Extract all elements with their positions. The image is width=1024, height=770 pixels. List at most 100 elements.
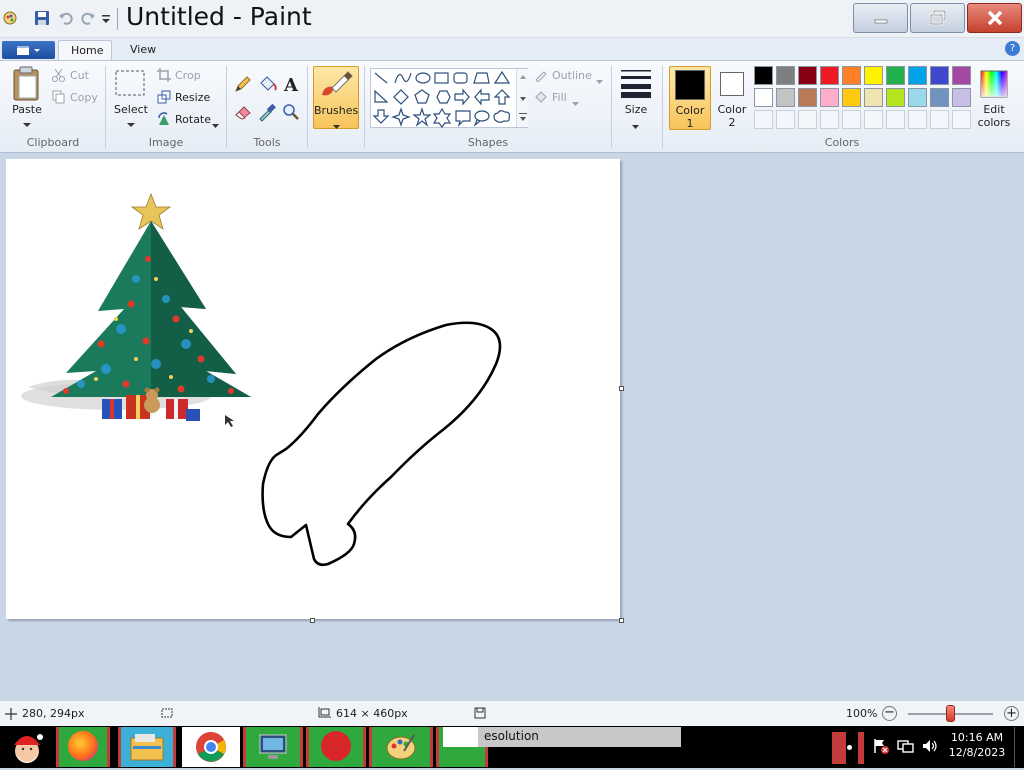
- color-picker-tool[interactable]: [257, 102, 277, 122]
- down-arrow-shape-icon[interactable]: [372, 109, 390, 124]
- palette-custom-slot[interactable]: [886, 110, 905, 129]
- diamond-shape-icon[interactable]: [393, 89, 409, 105]
- hexagon-shape-icon[interactable]: [436, 90, 451, 104]
- paint-app-icon[interactable]: [2, 10, 18, 26]
- four-point-star-shape-icon[interactable]: [391, 107, 411, 127]
- cloud-callout-shape-icon[interactable]: [493, 110, 511, 123]
- save-icon[interactable]: [34, 10, 50, 26]
- taskbar-chrome[interactable]: [182, 727, 240, 767]
- zoom-slider-thumb[interactable]: [945, 705, 955, 722]
- palette-color-swatch[interactable]: [798, 88, 817, 107]
- palette-custom-slot[interactable]: [908, 110, 927, 129]
- six-point-star-shape-icon[interactable]: [432, 107, 452, 128]
- select-button[interactable]: Select: [113, 68, 149, 128]
- action-center-flag-icon[interactable]: [872, 738, 890, 757]
- copy-button[interactable]: Copy: [52, 90, 102, 106]
- five-point-star-shape-icon[interactable]: [412, 107, 432, 127]
- right-triangle-shape-icon[interactable]: [374, 89, 389, 103]
- show-desktop-button[interactable]: [1014, 727, 1024, 767]
- clock-time[interactable]: 10:16 AM: [944, 731, 1010, 744]
- right-arrow-shape-icon[interactable]: [454, 88, 470, 106]
- canvas-resize-handle-corner[interactable]: [619, 618, 624, 623]
- curve-shape-icon[interactable]: [394, 72, 412, 84]
- rounded-rectangle-shape-icon[interactable]: [453, 72, 468, 84]
- fill-tool[interactable]: [257, 74, 279, 94]
- palette-custom-slot[interactable]: [798, 110, 817, 129]
- line-shape-icon[interactable]: [374, 72, 388, 84]
- taskbar-firefox[interactable]: [56, 727, 110, 767]
- taskbar-paint[interactable]: [369, 727, 433, 767]
- resize-button[interactable]: Resize: [157, 90, 212, 106]
- palette-color-swatch[interactable]: [754, 66, 773, 85]
- shapes-scrollbar[interactable]: [516, 69, 528, 127]
- oval-callout-shape-icon[interactable]: [473, 110, 490, 127]
- pencil-tool[interactable]: [233, 74, 253, 94]
- tab-home[interactable]: Home: [58, 40, 112, 61]
- palette-custom-slot[interactable]: [820, 110, 839, 129]
- edit-colors-button[interactable]: Edit colors: [975, 66, 1013, 130]
- rounded-callout-shape-icon[interactable]: [455, 110, 471, 127]
- palette-custom-slot[interactable]: [754, 110, 773, 129]
- outline-button[interactable]: Outline: [534, 68, 606, 84]
- palette-color-swatch[interactable]: [908, 66, 927, 85]
- palette-color-swatch[interactable]: [754, 88, 773, 107]
- undo-icon[interactable]: [58, 10, 74, 26]
- taskbar-search-box[interactable]: esolution: [478, 727, 681, 747]
- oval-shape-icon[interactable]: [415, 72, 431, 84]
- palette-custom-slot[interactable]: [930, 110, 949, 129]
- palette-custom-slot[interactable]: [952, 110, 971, 129]
- crop-button[interactable]: Crop: [157, 68, 207, 84]
- palette-color-swatch[interactable]: [952, 88, 971, 107]
- palette-color-swatch[interactable]: [820, 66, 839, 85]
- text-tool[interactable]: A: [281, 74, 301, 96]
- cut-button[interactable]: Cut: [52, 68, 102, 84]
- canvas-resize-handle-right[interactable]: [619, 386, 624, 391]
- palette-color-swatch[interactable]: [842, 66, 861, 85]
- zoom-out-button[interactable]: −: [882, 706, 897, 721]
- palette-color-swatch[interactable]: [864, 66, 883, 85]
- file-menu-button[interactable]: [2, 41, 55, 59]
- paste-button[interactable]: Paste: [10, 66, 44, 127]
- pentagon-shape-icon[interactable]: [414, 89, 430, 104]
- palette-custom-slot[interactable]: [842, 110, 861, 129]
- palette-color-swatch[interactable]: [798, 66, 817, 85]
- rectangle-shape-icon[interactable]: [434, 72, 449, 84]
- up-arrow-shape-icon[interactable]: [493, 89, 511, 105]
- palette-color-swatch[interactable]: [930, 66, 949, 85]
- taskbar-app-dragon[interactable]: [306, 727, 366, 767]
- network-icon[interactable]: [897, 738, 915, 757]
- brushes-button[interactable]: Brushes: [313, 66, 359, 129]
- polygon-shape-icon[interactable]: [473, 72, 490, 84]
- color1-button[interactable]: Color 1: [669, 66, 711, 130]
- customize-toolbar-icon[interactable]: [100, 10, 116, 26]
- volume-icon[interactable]: [921, 738, 939, 757]
- palette-color-swatch[interactable]: [908, 88, 927, 107]
- size-button[interactable]: Size: [617, 66, 655, 129]
- drawing-canvas[interactable]: [6, 159, 620, 619]
- palette-color-swatch[interactable]: [776, 88, 795, 107]
- magnifier-tool[interactable]: [281, 102, 301, 122]
- palette-color-swatch[interactable]: [820, 88, 839, 107]
- taskbar-file-explorer[interactable]: [118, 727, 176, 767]
- palette-color-swatch[interactable]: [864, 88, 883, 107]
- start-button[interactable]: [4, 727, 50, 767]
- restore-button[interactable]: [910, 3, 965, 33]
- help-icon[interactable]: ?: [1005, 41, 1020, 56]
- palette-color-swatch[interactable]: [776, 66, 795, 85]
- redo-icon[interactable]: [80, 10, 96, 26]
- triangle-shape-icon[interactable]: [493, 70, 511, 84]
- palette-custom-slot[interactable]: [864, 110, 883, 129]
- tab-view[interactable]: View: [118, 40, 164, 61]
- palette-custom-slot[interactable]: [776, 110, 795, 129]
- palette-color-swatch[interactable]: [886, 88, 905, 107]
- palette-color-swatch[interactable]: [952, 66, 971, 85]
- clock-date[interactable]: 12/8/2023: [944, 746, 1010, 759]
- color2-button[interactable]: Color 2: [713, 66, 751, 130]
- minimize-button[interactable]: [853, 3, 908, 33]
- close-button[interactable]: [967, 3, 1022, 33]
- eraser-tool[interactable]: [233, 102, 253, 122]
- zoom-in-button[interactable]: +: [1004, 706, 1019, 721]
- canvas-resize-handle-bottom[interactable]: [310, 618, 315, 623]
- palette-color-swatch[interactable]: [842, 88, 861, 107]
- fill-button[interactable]: Fill: [534, 90, 584, 106]
